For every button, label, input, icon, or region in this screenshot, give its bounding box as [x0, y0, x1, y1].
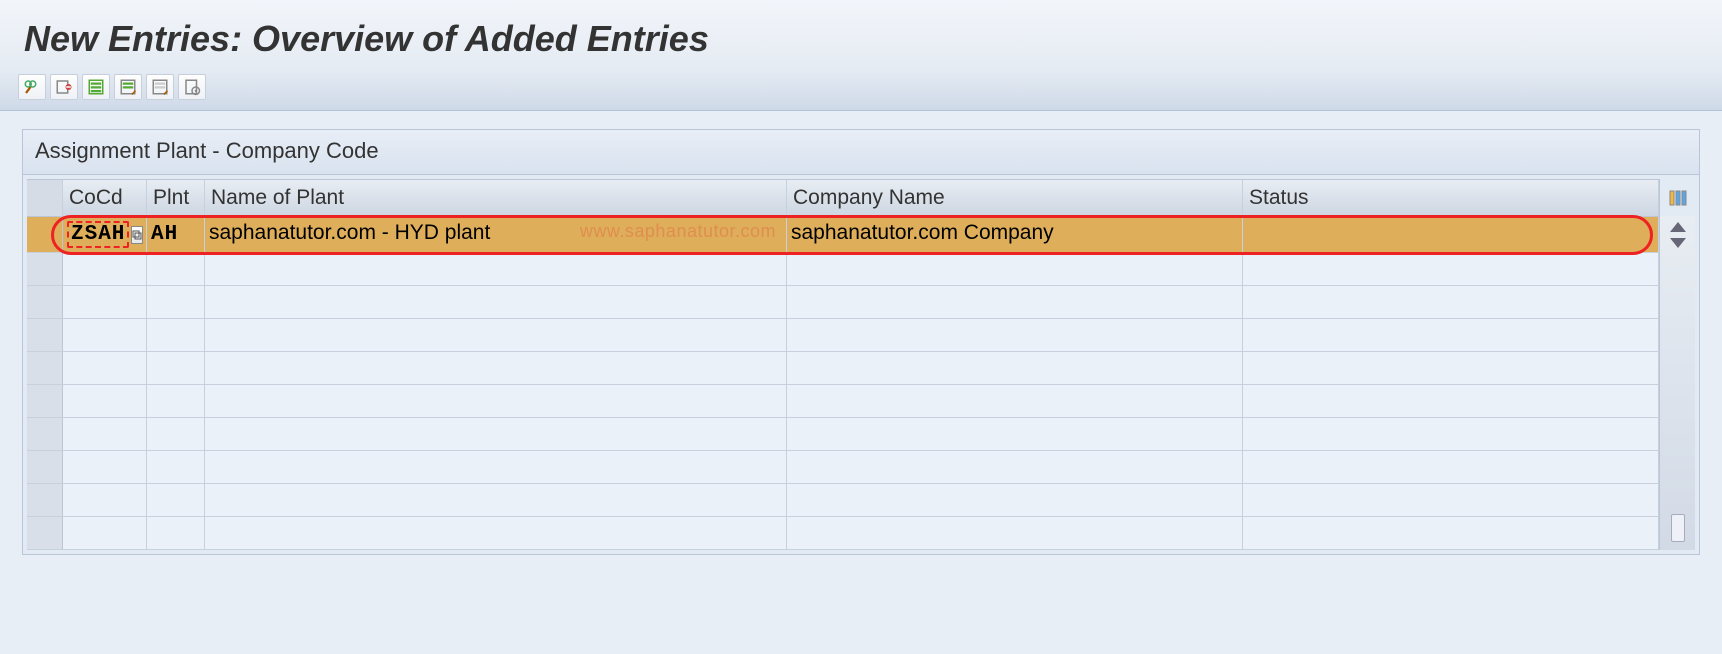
scroll-down-icon[interactable]	[1670, 238, 1686, 248]
cell-company-name[interactable]	[787, 418, 1243, 451]
row-selector[interactable]	[27, 451, 63, 484]
column-header-plnt[interactable]: Plnt	[147, 180, 205, 216]
cell-cocd[interactable]: ZSAH	[63, 217, 147, 253]
cell-name-of-plant[interactable]	[205, 418, 787, 451]
cell-plnt[interactable]	[147, 418, 205, 451]
column-header-cocd[interactable]: CoCd	[63, 180, 147, 216]
plnt-value: AH	[151, 223, 178, 246]
row-selector[interactable]	[27, 418, 63, 451]
cell-cocd[interactable]	[63, 286, 147, 319]
cell-cocd[interactable]	[63, 385, 147, 418]
cell-name-of-plant[interactable]	[205, 286, 787, 319]
cell-name-of-plant[interactable]	[205, 319, 787, 352]
cell-plnt[interactable]: AH	[147, 217, 205, 253]
search-help-icon[interactable]	[131, 226, 143, 244]
toolbar	[0, 70, 1722, 111]
cell-cocd[interactable]	[63, 253, 147, 286]
table-row[interactable]	[27, 253, 1659, 286]
page-title: New Entries: Overview of Added Entries	[0, 0, 1722, 70]
group-title: Assignment Plant - Company Code	[23, 130, 1699, 175]
cell-plnt[interactable]	[147, 484, 205, 517]
configuration-button[interactable]	[178, 74, 206, 100]
assignment-group: Assignment Plant - Company Code CoCd Pln…	[22, 129, 1700, 555]
company-name-value: saphanatutor.com Company	[791, 221, 1054, 244]
row-selector[interactable]	[27, 217, 63, 253]
table: CoCd Plnt Name of Plant Company Name Sta…	[23, 175, 1699, 554]
cell-status[interactable]	[1243, 319, 1659, 352]
cell-plnt[interactable]	[147, 451, 205, 484]
cell-company-name[interactable]	[787, 319, 1243, 352]
cell-status[interactable]	[1243, 253, 1659, 286]
table-header: CoCd Plnt Name of Plant Company Name Sta…	[27, 179, 1659, 217]
table-row[interactable]	[27, 319, 1659, 352]
cell-cocd[interactable]	[63, 319, 147, 352]
column-header-name-of-plant[interactable]: Name of Plant	[205, 180, 787, 216]
watermark: www.saphanatutor.com	[580, 221, 776, 242]
scroll-up-icon[interactable]	[1670, 222, 1686, 232]
column-header-status[interactable]: Status	[1243, 180, 1659, 216]
table-row[interactable]	[27, 484, 1659, 517]
cell-plnt[interactable]	[147, 253, 205, 286]
cell-status[interactable]	[1243, 484, 1659, 517]
scroll-thumb[interactable]	[1671, 514, 1685, 542]
column-header-company-name[interactable]: Company Name	[787, 180, 1243, 216]
cell-cocd[interactable]	[63, 451, 147, 484]
row-selector[interactable]	[27, 352, 63, 385]
row-selector[interactable]	[27, 253, 63, 286]
cell-status[interactable]	[1243, 385, 1659, 418]
row-selector-header[interactable]	[27, 180, 63, 216]
cell-name-of-plant[interactable]	[205, 385, 787, 418]
cell-status[interactable]	[1243, 418, 1659, 451]
table-row[interactable]	[27, 286, 1659, 319]
table-row[interactable]	[27, 451, 1659, 484]
cell-plnt[interactable]	[147, 319, 205, 352]
name-of-plant-value: saphanatutor.com - HYD plant	[209, 221, 490, 244]
cell-name-of-plant[interactable]	[205, 253, 787, 286]
row-selector[interactable]	[27, 385, 63, 418]
cell-company-name[interactable]: saphanatutor.com Company	[787, 217, 1243, 253]
table-row[interactable]: ZSAH AH saphanatutor.com - HYD plant www…	[27, 217, 1659, 253]
cell-company-name[interactable]	[787, 451, 1243, 484]
table-settings-button[interactable]	[1659, 179, 1695, 216]
cell-company-name[interactable]	[787, 385, 1243, 418]
cell-name-of-plant[interactable]	[205, 352, 787, 385]
cell-name-of-plant[interactable]: saphanatutor.com - HYD plant www.saphana…	[205, 217, 787, 253]
select-all-button[interactable]	[82, 74, 110, 100]
cell-status[interactable]	[1243, 451, 1659, 484]
cell-plnt[interactable]	[147, 286, 205, 319]
select-block-button[interactable]	[114, 74, 142, 100]
row-selector[interactable]	[27, 319, 63, 352]
table-row[interactable]	[27, 352, 1659, 385]
cell-plnt[interactable]	[147, 517, 205, 550]
cell-cocd[interactable]	[63, 484, 147, 517]
row-selector[interactable]	[27, 517, 63, 550]
cocd-value: ZSAH	[71, 223, 125, 246]
cell-plnt[interactable]	[147, 352, 205, 385]
cell-cocd[interactable]	[63, 517, 147, 550]
cell-company-name[interactable]	[787, 253, 1243, 286]
row-selector[interactable]	[27, 484, 63, 517]
cell-status[interactable]	[1243, 517, 1659, 550]
deselect-all-button[interactable]	[146, 74, 174, 100]
table-row[interactable]	[27, 385, 1659, 418]
cell-company-name[interactable]	[787, 286, 1243, 319]
cell-cocd[interactable]	[63, 352, 147, 385]
cell-name-of-plant[interactable]	[205, 451, 787, 484]
cell-company-name[interactable]	[787, 517, 1243, 550]
cell-cocd[interactable]	[63, 418, 147, 451]
cell-name-of-plant[interactable]	[205, 517, 787, 550]
toggle-display-change-button[interactable]	[18, 74, 46, 100]
table-vertical-scrollbar[interactable]	[1659, 216, 1695, 550]
cell-company-name[interactable]	[787, 352, 1243, 385]
cell-plnt[interactable]	[147, 385, 205, 418]
cell-company-name[interactable]	[787, 484, 1243, 517]
table-row[interactable]	[27, 418, 1659, 451]
cell-name-of-plant[interactable]	[205, 484, 787, 517]
delimit-button[interactable]	[50, 74, 78, 100]
row-selector[interactable]	[27, 286, 63, 319]
cell-status[interactable]	[1243, 217, 1659, 253]
cell-status[interactable]	[1243, 286, 1659, 319]
table-row[interactable]	[27, 517, 1659, 550]
cell-status[interactable]	[1243, 352, 1659, 385]
